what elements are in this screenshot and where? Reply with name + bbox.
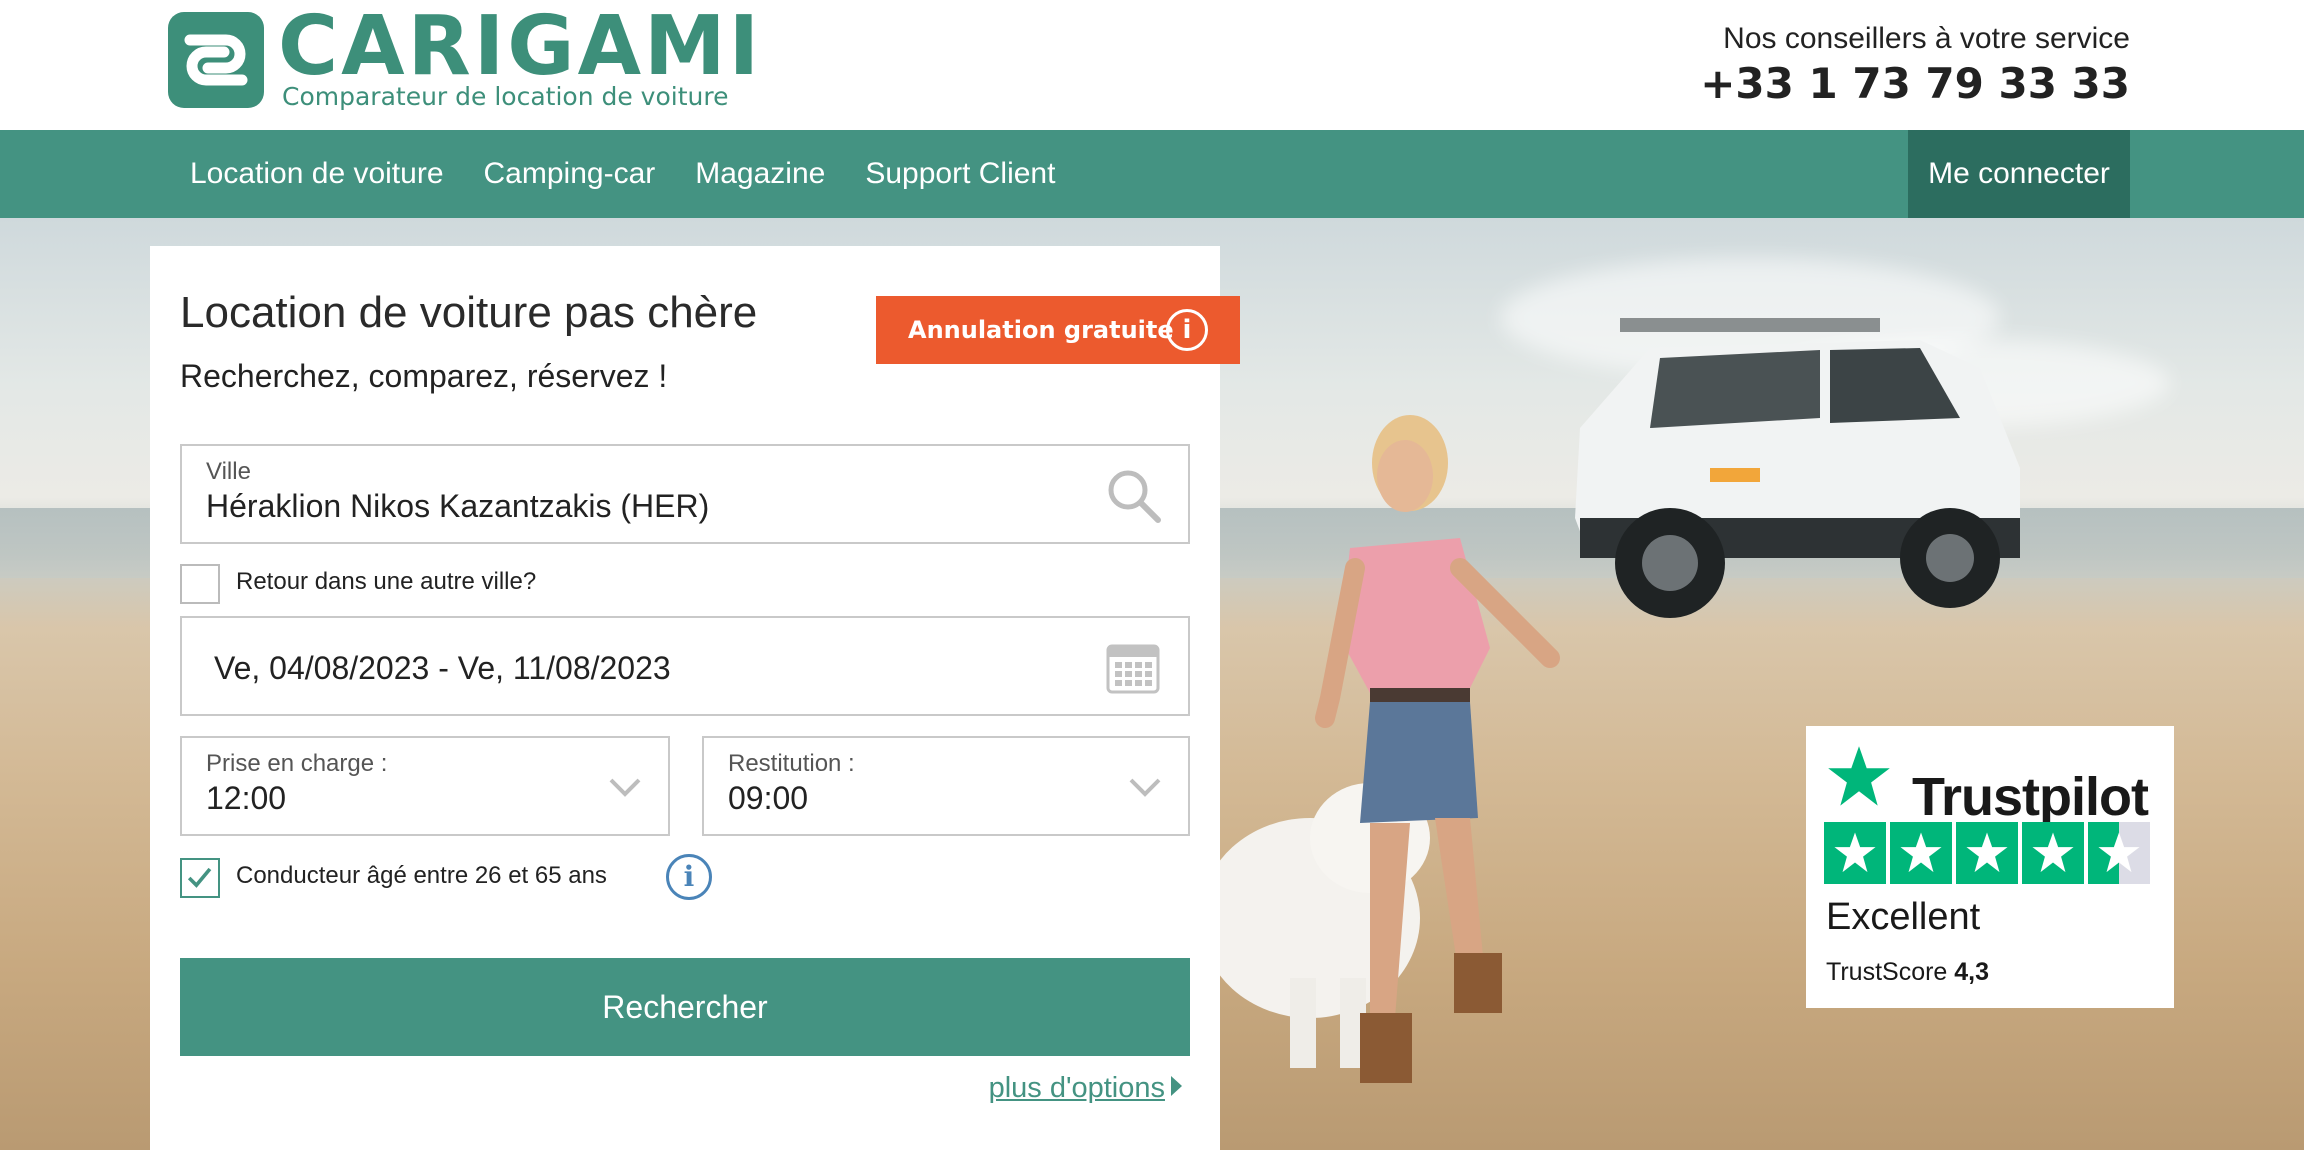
calendar-icon[interactable]: [1106, 640, 1160, 694]
trustpilot-star-icon: [1828, 746, 1890, 806]
trustpilot-logo: Trustpilot: [1826, 744, 2156, 827]
city-input[interactable]: Héraklion Nikos Kazantzakis (HER): [206, 488, 709, 525]
driver-age-label[interactable]: Conducteur âgé entre 26 et 65 ans: [236, 862, 607, 890]
jeep-illustration: [1575, 318, 2020, 618]
rating-star: [1824, 822, 1886, 884]
search-button[interactable]: Rechercher: [180, 958, 1190, 1056]
chevron-down-icon[interactable]: [608, 776, 642, 798]
driver-age-checkbox[interactable]: [180, 858, 220, 898]
contact-block: Nos conseillers à votre service +33 1 73…: [1700, 20, 2130, 110]
trustpilot-stars: [1824, 822, 2150, 884]
search-card: Location de voiture pas chère Recherchez…: [150, 246, 1240, 1150]
pickup-time-value[interactable]: 12:00: [206, 780, 286, 817]
login-button[interactable]: Me connecter: [1908, 130, 2130, 218]
dropoff-time-value[interactable]: 09:00: [728, 780, 808, 817]
trustscore-value: 4,3: [1954, 958, 1990, 986]
date-range-field[interactable]: Ve, 04/08/2023 - Ve, 11/08/2023: [180, 616, 1190, 716]
nav-items: Location de voiture Camping-car Magazine…: [170, 130, 1075, 218]
main-nav: Location de voiture Camping-car Magazine…: [0, 130, 2304, 218]
nav-item-camping-car[interactable]: Camping-car: [464, 130, 676, 218]
free-cancellation-label: Annulation gratuite: [908, 316, 1174, 344]
trustpilot-brand: Trustpilot: [1912, 767, 2149, 827]
logo-tagline: Comparateur de location de voiture: [282, 82, 729, 111]
return-other-city-label[interactable]: Retour dans une autre ville?: [236, 568, 536, 596]
pickup-time-select[interactable]: Prise en charge : 12:00: [180, 736, 670, 836]
site-header: CARIGAMI Comparateur de location de voit…: [0, 0, 2304, 130]
trustscore: TrustScore 4,3: [1826, 958, 1989, 987]
rating-star: [1956, 822, 2018, 884]
rating-star-partial: [2088, 822, 2150, 884]
nav-item-magazine[interactable]: Magazine: [675, 130, 845, 218]
hero-photo-scene: [1220, 318, 2020, 1083]
search-subtitle: Recherchez, comparez, réservez !: [180, 358, 668, 394]
search-icon[interactable]: [1106, 468, 1162, 524]
trustpilot-widget[interactable]: Trustpilot Excellent TrustScore 4,3: [1806, 726, 2174, 1008]
chevron-down-icon[interactable]: [1128, 776, 1162, 798]
return-other-city-checkbox[interactable]: [180, 564, 220, 604]
phone-number[interactable]: +33 1 73 79 33 33: [1700, 58, 2130, 110]
logo-wordmark: CARIGAMI: [278, 0, 763, 94]
checkmark-icon: [187, 867, 212, 888]
nav-item-support-client[interactable]: Support Client: [845, 130, 1075, 218]
free-cancellation-badge[interactable]: Annulation gratuite i: [876, 296, 1240, 364]
nav-item-location-de-voiture[interactable]: Location de voiture: [170, 130, 464, 218]
contact-label: Nos conseillers à votre service: [1723, 22, 2130, 55]
trustscore-label: TrustScore: [1826, 958, 1955, 986]
date-range-value[interactable]: Ve, 04/08/2023 - Ve, 11/08/2023: [214, 650, 671, 687]
rating-star: [1890, 822, 1952, 884]
pickup-label: Prise en charge :: [206, 750, 388, 777]
more-options-link[interactable]: plus d'options: [989, 1072, 1182, 1105]
dropoff-label: Restitution :: [728, 750, 855, 777]
city-label: Ville: [206, 458, 251, 485]
carigami-logo[interactable]: CARIGAMI Comparateur de location de voit…: [168, 6, 759, 118]
caret-right-icon: [1171, 1076, 1182, 1096]
dropoff-time-select[interactable]: Restitution : 09:00: [702, 736, 1190, 836]
carigami-logo-icon: [168, 12, 264, 108]
info-icon[interactable]: i: [1166, 309, 1208, 351]
info-icon[interactable]: i: [666, 854, 712, 900]
rating-star: [2022, 822, 2084, 884]
city-field[interactable]: Ville Héraklion Nikos Kazantzakis (HER): [180, 444, 1190, 544]
trustpilot-rating-text: Excellent: [1826, 896, 1981, 938]
search-title: Location de voiture pas chère: [180, 288, 758, 337]
hero-section: Location de voiture pas chère Recherchez…: [0, 218, 2304, 1150]
more-options-label: plus d'options: [988, 1072, 1165, 1104]
